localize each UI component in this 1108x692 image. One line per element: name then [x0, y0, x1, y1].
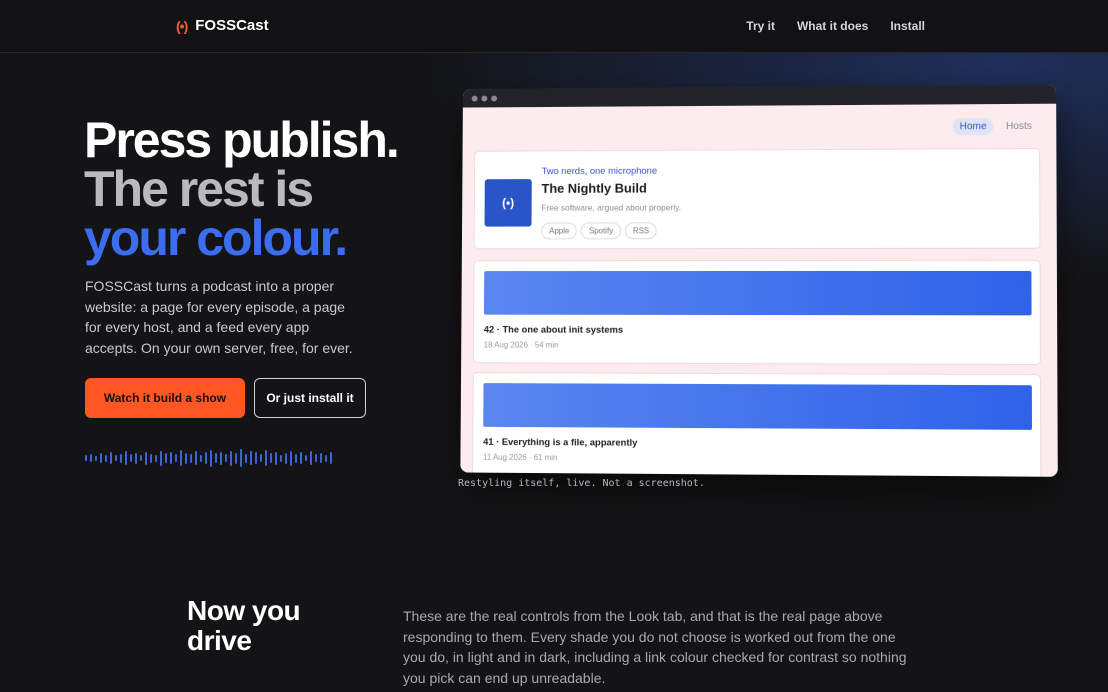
hero-title-line-1: Press publish. [84, 112, 400, 168]
waveform-bar [320, 453, 322, 463]
broadcast-icon: (•) [176, 17, 188, 34]
waveform-bar [85, 455, 87, 461]
waveform-bar [205, 452, 207, 464]
episode-title: 41 · Everything is a file, apparently [483, 436, 638, 449]
waveform-bar [330, 452, 332, 464]
waveform-bar [215, 453, 217, 463]
chip-rss[interactable]: RSS [624, 222, 658, 240]
waveform-bar [325, 454, 327, 462]
live-preview-window: Home Hosts (•) Two nerds, one microphone… [460, 84, 1058, 477]
waveform-bar [245, 453, 247, 463]
waveform-bar [305, 455, 307, 461]
waveform-bar [115, 455, 117, 461]
episode-banner [483, 383, 1033, 430]
waveform-bar [165, 453, 167, 463]
nav-link-what-it-does[interactable]: What it does [797, 19, 868, 33]
waveform-bar [270, 453, 272, 463]
episode-card[interactable]: 41 · Everything is a file, apparently 11… [472, 372, 1042, 477]
waveform-bar [120, 453, 122, 463]
waveform-bar [105, 454, 107, 462]
waveform-bar [285, 452, 287, 464]
waveform-bar [185, 452, 187, 464]
waveform-bar [315, 454, 317, 462]
waveform-bar [175, 454, 177, 462]
episode-meta: 11 Aug 2026 · 61 min [482, 452, 558, 463]
show-title: The Nightly Build [541, 180, 647, 196]
hero-title-line-3: your colour. [84, 210, 348, 266]
episode-card[interactable]: 42 · The one about init systems 18 Aug 2… [472, 259, 1041, 366]
hero-title-line-2: The rest is [84, 161, 314, 217]
waveform-bar [155, 454, 157, 462]
window-dot-icon [471, 95, 478, 102]
waveform-bar [275, 451, 277, 465]
nav-link-install[interactable]: Install [890, 19, 925, 33]
waveform-bar [200, 454, 202, 462]
main-nav: Try it What it does Install [746, 19, 925, 33]
waveform-bar [90, 454, 92, 462]
waveform-bar [300, 452, 302, 464]
waveform-bar [100, 453, 102, 463]
episode-banner [483, 270, 1032, 316]
waveform-bar [260, 454, 262, 462]
window-dot-icon [491, 95, 498, 101]
waveform-bar [110, 452, 112, 464]
section-text: These are the real controls from the Loo… [403, 608, 907, 686]
waveform-bar [310, 451, 312, 465]
waveform-bar [255, 452, 257, 464]
waveform-bar [265, 450, 267, 466]
waveform-bar [145, 451, 147, 465]
preview-caption: Restyling itself, live. Not a screenshot… [458, 478, 705, 489]
chip-apple[interactable]: Apple [541, 222, 578, 240]
platform-chips: Apple Spotify RSS [541, 222, 658, 240]
waveform-bar [180, 450, 182, 466]
preview-nav: Home Hosts [952, 118, 1032, 136]
preview-nav-hosts[interactable]: Hosts [1006, 121, 1032, 132]
waveform-bar [225, 454, 227, 462]
waveform-bar [125, 451, 127, 465]
show-kicker: Two nerds, one microphone [541, 165, 658, 178]
show-description: Free software, argued about properly. [541, 202, 682, 213]
show-artwork: (•) [484, 179, 532, 227]
audio-waveform [85, 448, 332, 468]
waveform-bar [230, 450, 232, 466]
preview-nav-home[interactable]: Home [952, 118, 994, 136]
watch-build-button[interactable]: Watch it build a show [85, 378, 245, 418]
waveform-bar [220, 451, 222, 465]
waveform-bar [250, 451, 252, 465]
waveform-bar [135, 452, 137, 464]
section-title: Now you drive [187, 595, 301, 656]
preview-page: Home Hosts (•) Two nerds, one microphone… [460, 103, 1058, 477]
waveform-bar [140, 455, 142, 461]
nav-link-try-it[interactable]: Try it [746, 19, 775, 33]
hero-title: Press publish. The rest is your colour. [84, 112, 400, 266]
waveform-bar [170, 452, 172, 464]
install-button[interactable]: Or just install it [254, 378, 366, 418]
waveform-bar [160, 450, 162, 466]
top-bar: (•) FOSSCast Try it What it does Install [0, 0, 1108, 53]
episode-meta: 18 Aug 2026 · 54 min [483, 340, 559, 350]
chip-spotify[interactable]: Spotify [581, 222, 622, 240]
show-card: (•) Two nerds, one microphone The Nightl… [473, 147, 1041, 250]
hero-lead: FOSSCast turns a podcast into a proper w… [85, 278, 353, 356]
brand-name: FOSSCast [195, 17, 269, 34]
waveform-bar [150, 453, 152, 463]
brand-logo[interactable]: (•) FOSSCast [176, 17, 269, 34]
waveform-bar [210, 449, 212, 467]
waveform-bar [290, 450, 292, 466]
waveform-bar [280, 454, 282, 462]
waveform-bar [235, 452, 237, 464]
waveform-bar [195, 451, 197, 465]
waveform-bar [130, 454, 132, 462]
episode-title: 42 · The one about init systems [483, 324, 624, 336]
waveform-bar [95, 455, 97, 461]
waveform-bar [240, 449, 242, 467]
waveform-bar [190, 453, 192, 463]
window-dot-icon [481, 95, 488, 102]
waveform-bar [295, 453, 297, 463]
